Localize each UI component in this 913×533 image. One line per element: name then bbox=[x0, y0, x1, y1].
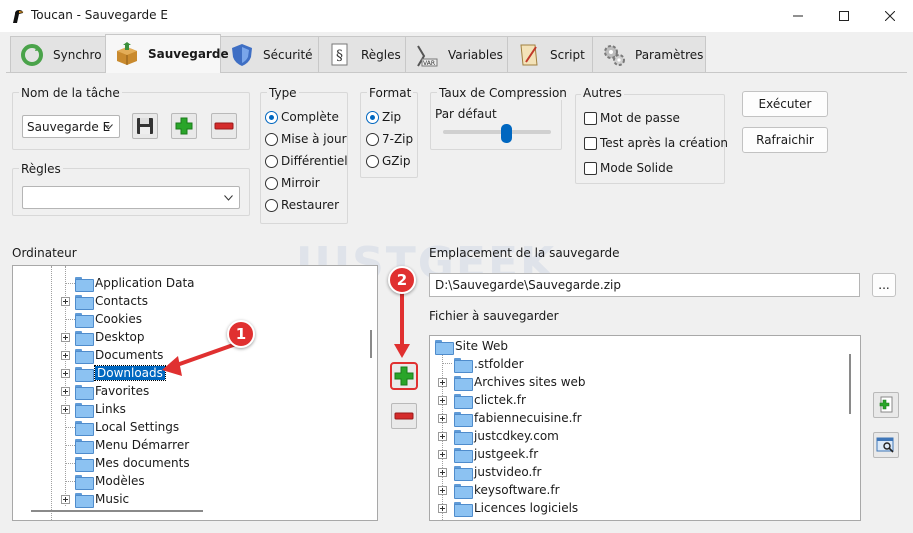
arrow-head-icon bbox=[394, 344, 410, 358]
annotation-badge-1: 1 bbox=[227, 320, 255, 348]
annotation-arrow-1 bbox=[173, 342, 237, 368]
tab-label: Sauvegarde bbox=[148, 47, 229, 61]
backup-box-icon bbox=[117, 42, 137, 65]
arrow-head-icon bbox=[162, 356, 182, 376]
tab-sauvegarde[interactable]: Sauvegarde bbox=[105, 34, 229, 73]
annotation-badge-2: 2 bbox=[388, 266, 416, 294]
annotation-arrows bbox=[162, 292, 410, 376]
